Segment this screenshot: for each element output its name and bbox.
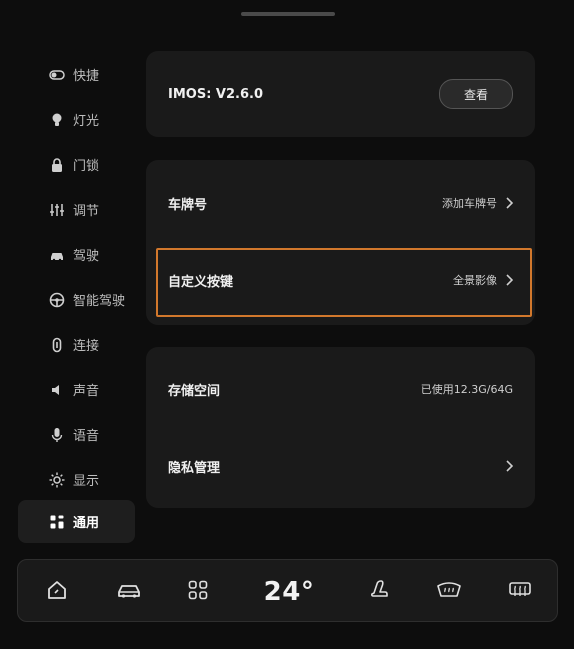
plate-number-label: 车牌号 [168,197,208,213]
privacy-row[interactable]: 隐私管理 [146,438,535,494]
sidebar-item-shortcuts[interactable]: 快捷 [18,53,135,96]
car-icon [116,580,142,604]
temperature-control[interactable]: 24° [250,560,328,623]
microphone-icon [49,427,65,443]
car-icon [49,247,65,263]
plate-number-value: 添加车牌号 [442,197,497,210]
storage-value: 已使用12.3G/64G [420,383,513,396]
sidebar-item-label: 连接 [73,339,100,354]
sidebar-item-lights[interactable]: 灯光 [18,98,135,141]
rear-defrost-button[interactable] [503,560,537,623]
chevron-right-icon [505,460,513,472]
plate-number-row[interactable]: 车牌号 添加车牌号 [146,175,535,231]
seat-button[interactable] [362,560,396,623]
sidebar-item-label: 通用 [73,516,100,531]
link-icon [49,337,65,353]
sidebar-item-label: 显示 [73,474,100,489]
seat-icon [369,579,389,605]
sidebar-item-sound[interactable]: 声音 [18,368,135,411]
storage-label: 存储空间 [168,383,221,399]
sidebar-item-door-lock[interactable]: 门锁 [18,143,135,186]
version-label: IMOS: V2.6.0 [168,86,263,102]
sidebar-item-display[interactable]: 显示 [18,458,135,501]
windshield-defrost-button[interactable] [432,560,466,623]
apps-icon [188,580,208,604]
bottom-dock: 24° [17,559,558,622]
sidebar-item-label: 灯光 [73,114,100,129]
vehicle-button[interactable] [112,560,146,623]
sidebar-item-label: 智能驾驶 [73,294,126,309]
steering-wheel-icon [49,292,65,308]
sidebar-item-label: 驾驶 [73,249,100,264]
storage-card: 存储空间 已使用12.3G/64G 隐私管理 [146,347,535,508]
lightbulb-icon [49,112,65,128]
speaker-icon [49,382,65,398]
home-icon [46,579,68,605]
sidebar-item-general[interactable]: 通用 [18,500,135,543]
sliders-icon [49,202,65,218]
sidebar-item-driving[interactable]: 驾驶 [18,233,135,276]
temperature-value: 24° [263,576,315,607]
apps-button[interactable] [181,560,215,623]
sidebar-item-smart-driving[interactable]: 智能驾驶 [18,278,135,321]
lock-icon [49,157,65,173]
sidebar-item-label: 调节 [73,204,100,219]
drag-handle[interactable] [241,12,335,16]
home-button[interactable] [40,560,74,623]
sidebar-item-connect[interactable]: 连接 [18,323,135,366]
sidebar-item-adjust[interactable]: 调节 [18,188,135,231]
version-card: IMOS: V2.6.0 查看 [146,51,535,137]
chevron-right-icon [505,197,513,209]
custom-key-highlight [156,248,532,317]
sidebar-item-label: 门锁 [73,159,100,174]
sidebar-item-label: 快捷 [73,69,100,84]
version-row: IMOS: V2.6.0 查看 [146,66,535,122]
grid-icon [49,514,65,530]
privacy-label: 隐私管理 [168,460,221,476]
storage-row[interactable]: 存储空间 已使用12.3G/64G [146,361,535,417]
view-button[interactable]: 查看 [439,79,513,109]
windshield-defrost-icon [436,580,462,604]
sidebar-item-voice[interactable]: 语音 [18,413,135,456]
sidebar-item-label: 声音 [73,384,100,399]
brightness-icon [49,472,65,488]
sidebar-item-label: 语音 [73,429,100,444]
toggle-icon [49,67,65,83]
rear-defrost-icon [508,580,532,604]
